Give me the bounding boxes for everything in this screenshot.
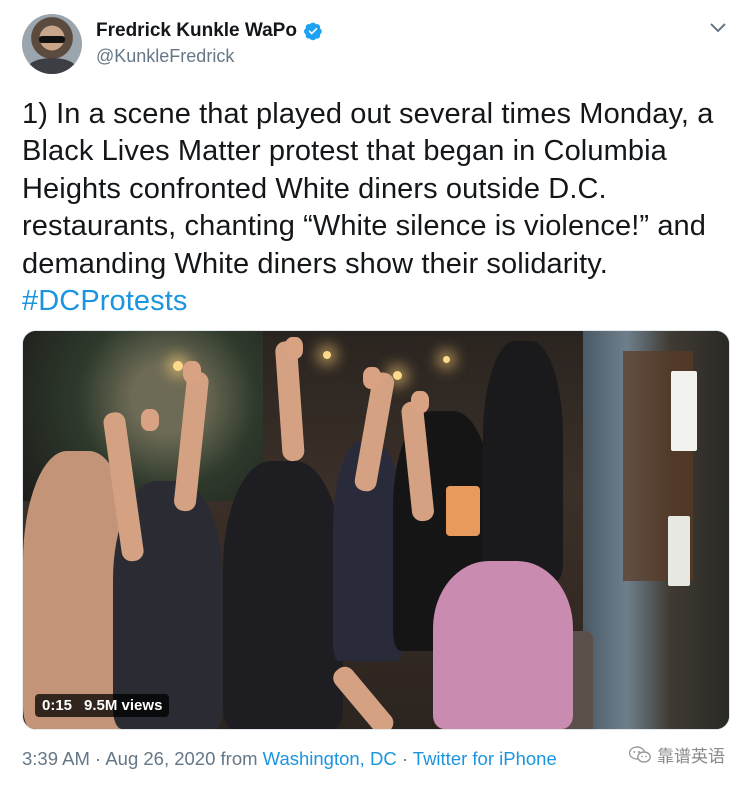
watermark-text: 靠谱英语 bbox=[657, 747, 725, 767]
raised-fist bbox=[183, 361, 201, 383]
from-label: from bbox=[215, 748, 263, 769]
avatar-shirt bbox=[28, 58, 76, 74]
tweet-date[interactable]: Aug 26, 2020 bbox=[105, 748, 215, 769]
street-light bbox=[173, 361, 183, 371]
chevron-down-icon[interactable] bbox=[709, 22, 727, 34]
tweet-body: 1) In a scene that played out several ti… bbox=[22, 98, 714, 280]
verified-badge-icon bbox=[304, 22, 322, 41]
diner bbox=[433, 561, 573, 729]
hashtag-link[interactable]: #DCProtests bbox=[22, 285, 188, 317]
separator: · bbox=[396, 748, 413, 769]
author-display-name-row[interactable]: Fredrick Kunkle WaPo bbox=[96, 20, 323, 42]
source-link[interactable]: Twitter for iPhone bbox=[413, 748, 557, 769]
tweet-time[interactable]: 3:39 AM bbox=[22, 748, 90, 769]
protester bbox=[223, 461, 343, 729]
tweet-text: 1) In a scene that played out several ti… bbox=[22, 96, 734, 320]
window-sign bbox=[671, 371, 697, 451]
author-avatar[interactable] bbox=[22, 14, 82, 74]
raised-fist bbox=[285, 337, 303, 359]
wechat-icon bbox=[629, 745, 651, 763]
shirt-graphic bbox=[446, 486, 480, 536]
video-stats-badge: 0:15 9.5M views bbox=[35, 694, 170, 717]
street-light bbox=[393, 371, 402, 380]
window-sign bbox=[668, 516, 690, 586]
raised-fist bbox=[411, 391, 429, 413]
video-player[interactable]: 0:15 9.5M views bbox=[22, 330, 730, 730]
avatar-glasses bbox=[39, 36, 65, 43]
street-light bbox=[323, 351, 331, 359]
location-link[interactable]: Washington, DC bbox=[263, 748, 397, 769]
separator: · bbox=[89, 748, 106, 769]
video-duration: 0:15 bbox=[42, 697, 73, 714]
protester bbox=[483, 341, 563, 581]
author-handle[interactable]: @KunkleFredrick bbox=[96, 46, 234, 67]
tweet-card: Fredrick Kunkle WaPo @KunkleFredrick 1) … bbox=[0, 0, 747, 786]
watermark: 靠谱英语 bbox=[629, 742, 725, 767]
raised-fist bbox=[141, 409, 159, 431]
street-light bbox=[443, 356, 450, 363]
video-views: 9.5M views bbox=[84, 697, 163, 714]
raised-fist bbox=[363, 367, 381, 389]
author-display-name[interactable]: Fredrick Kunkle WaPo bbox=[96, 20, 297, 42]
tweet-metadata: 3:39 AM · Aug 26, 2020 from Washington, … bbox=[22, 748, 557, 770]
